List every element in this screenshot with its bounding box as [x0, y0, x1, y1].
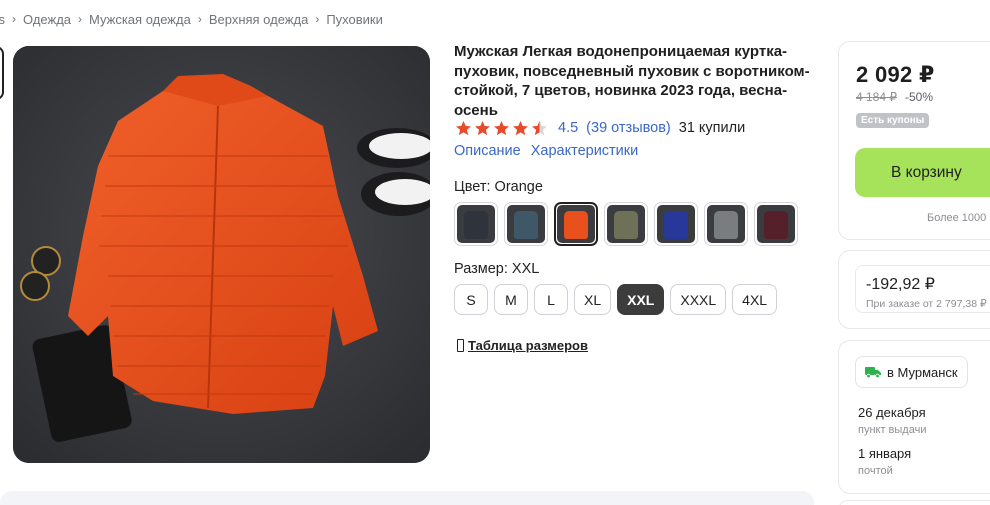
- reviews-link[interactable]: (39 отзывов): [586, 120, 671, 136]
- coupon-badge[interactable]: Есть купоны: [856, 113, 930, 128]
- ruler-icon: [457, 339, 464, 352]
- swatch-image: [457, 205, 495, 243]
- old-price-row: 4 184 ₽ -50%: [856, 90, 933, 104]
- characteristics-link[interactable]: Характеристики: [531, 143, 639, 159]
- size-options: S M L XL XXL XXXL 4XL: [454, 284, 778, 315]
- star-half-icon: [532, 120, 547, 135]
- swatch-image: [607, 205, 645, 243]
- star-full-icon: [456, 120, 471, 135]
- breadcrumb-item[interactable]: Мужская одежда: [89, 12, 191, 27]
- color-swatch-blue-gray[interactable]: [504, 202, 548, 246]
- rating-stars: [455, 120, 548, 137]
- jacket-thumbnail: [664, 211, 688, 239]
- jacket-thumbnail: [764, 211, 788, 239]
- star-full-icon: [494, 120, 509, 135]
- delivery-city-button[interactable]: в Мурманск: [855, 356, 968, 388]
- size-option-l[interactable]: L: [534, 284, 568, 315]
- product-main-image[interactable]: [13, 46, 430, 463]
- color-swatch-gray[interactable]: [704, 202, 748, 246]
- star-full-icon: [475, 120, 490, 135]
- discount-badge: -50%: [905, 90, 934, 104]
- swatch-image: [657, 205, 695, 243]
- jacket-thumbnail: [464, 211, 488, 239]
- old-price: 4 184 ₽: [856, 90, 897, 104]
- size-table-link[interactable]: Таблица размеров: [457, 338, 588, 353]
- product-title: Мужская Легкая водонепроницаемая куртка-…: [454, 43, 810, 119]
- description-link[interactable]: Описание: [454, 143, 521, 159]
- sold-count: Более 1000: [927, 212, 987, 224]
- jacket-thumbnail: [614, 211, 638, 239]
- bought-count: 31 купили: [678, 120, 746, 136]
- color-swatch-royal-blue[interactable]: [654, 202, 698, 246]
- delivery-type: пункт выдачи: [858, 424, 927, 436]
- jacket-thumbnail: [514, 211, 538, 239]
- delivery-type: почтой: [858, 465, 893, 477]
- current-price: 2 092 ₽: [856, 62, 935, 87]
- breadcrumb-item[interactable]: Одежда: [23, 12, 71, 27]
- chevron-right-icon: ›: [12, 12, 16, 26]
- color-swatches: [454, 202, 798, 246]
- add-to-cart-button[interactable]: В корзину: [855, 148, 990, 197]
- color-swatch-olive[interactable]: [604, 202, 648, 246]
- delivery-date: 1 января: [858, 446, 912, 461]
- size-option-4xl[interactable]: 4XL: [732, 284, 778, 315]
- color-swatch-burgundy[interactable]: [754, 202, 798, 246]
- delivery-card: в Мурманск 26 декабря пункт выдачи 1 янв…: [838, 340, 990, 494]
- bonus-box[interactable]: -192,92 ₽ При заказе от 2 797,38 ₽: [855, 265, 990, 313]
- bonus-condition: При заказе от 2 797,38 ₽: [866, 298, 987, 310]
- delivery-city: в Мурманск: [887, 364, 958, 380]
- swatch-image: [507, 205, 545, 243]
- description-panel: [0, 491, 814, 505]
- jacket-thumbnail: [564, 211, 588, 239]
- color-swatch-dark-gray[interactable]: [454, 202, 498, 246]
- size-option-xl[interactable]: XL: [574, 284, 612, 315]
- next-card: [838, 500, 990, 505]
- delivery-date: 26 декабря: [858, 405, 926, 420]
- swatch-image: [557, 205, 595, 243]
- breadcrumb-item[interactable]: ss: [0, 12, 5, 27]
- size-option-m[interactable]: M: [494, 284, 528, 315]
- breadcrumb-item[interactable]: Пуховики: [326, 12, 383, 27]
- thumbnail-strip[interactable]: [0, 46, 4, 466]
- rating-value[interactable]: 4.5: [558, 120, 578, 136]
- size-option-xxxl[interactable]: XXXL: [670, 284, 727, 315]
- chevron-right-icon: ›: [197, 12, 202, 26]
- star-full-icon: [513, 120, 528, 135]
- truck-icon: [865, 367, 881, 378]
- bonus-amount: -192,92 ₽: [866, 276, 935, 293]
- breadcrumb: ss › Одежда › Мужская одежда › Верхняя о…: [0, 10, 383, 28]
- jacket-thumbnail: [714, 211, 738, 239]
- size-option-s[interactable]: S: [454, 284, 488, 315]
- size-table-label: Таблица размеров: [468, 338, 588, 353]
- product-links: Описание Характеристики: [454, 143, 638, 159]
- swatch-image: [707, 205, 745, 243]
- rating-row: 4.5 (39 отзывов) 31 купили: [455, 119, 745, 137]
- breadcrumb-item[interactable]: Верхняя одежда: [209, 12, 308, 27]
- size-label: Размер: XXL: [454, 261, 540, 277]
- size-option-xxl[interactable]: XXL: [617, 284, 665, 315]
- price-card: 2 092 ₽ 4 184 ₽ -50% Есть купоны В корзи…: [838, 41, 990, 240]
- jacket-photo: [13, 46, 430, 463]
- chevron-right-icon: ›: [78, 12, 83, 26]
- color-swatch-orange[interactable]: [554, 202, 598, 246]
- color-label: Цвет: Orange: [454, 179, 543, 195]
- chevron-right-icon: ›: [315, 12, 320, 26]
- swatch-image: [757, 205, 795, 243]
- thumbnail-selected[interactable]: [0, 46, 4, 100]
- bonus-card: -192,92 ₽ При заказе от 2 797,38 ₽: [838, 250, 990, 329]
